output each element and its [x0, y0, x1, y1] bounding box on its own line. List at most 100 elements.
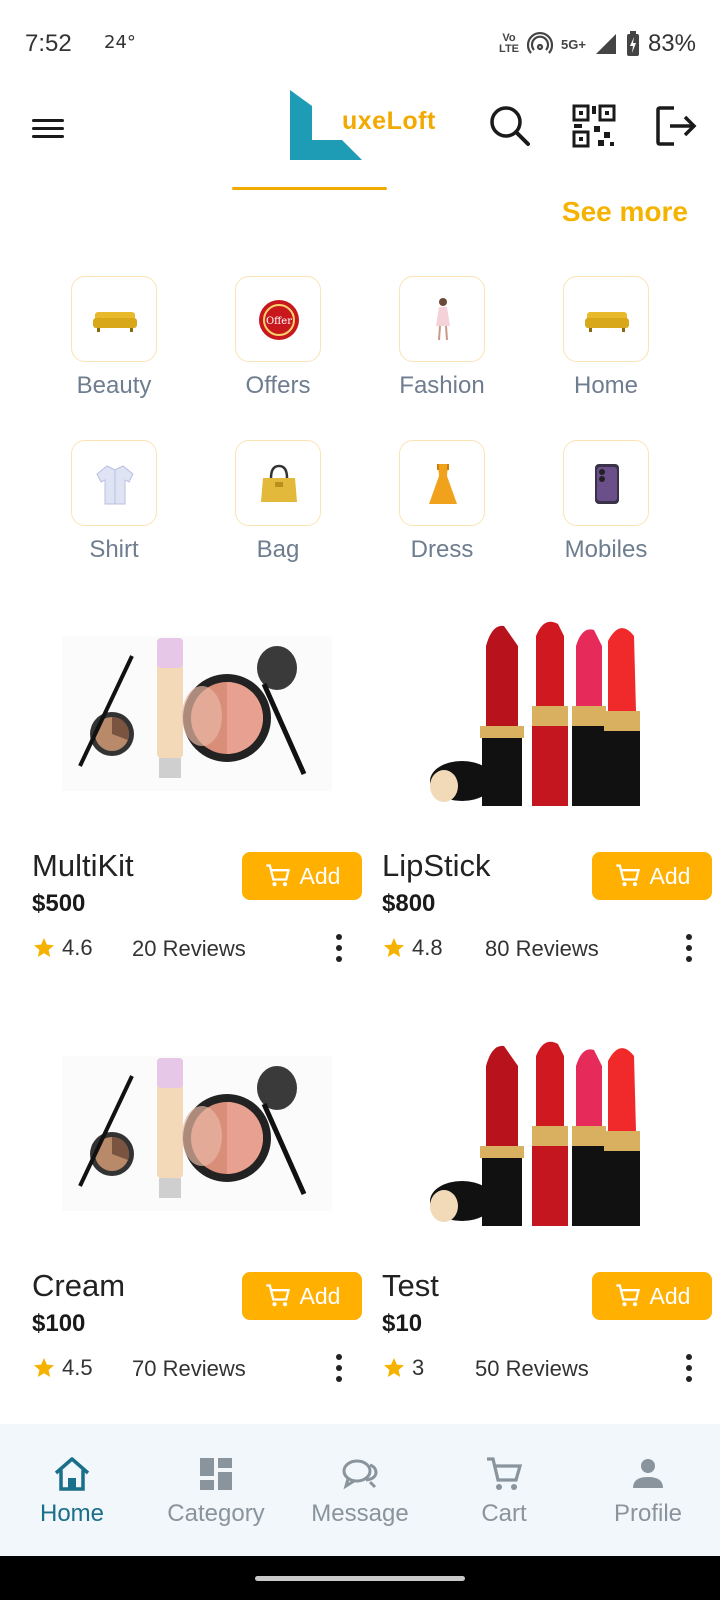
category-label: Beauty — [76, 372, 152, 399]
star-icon — [384, 938, 404, 957]
category-bag[interactable]: Bag — [202, 440, 352, 590]
more-options-icon[interactable] — [684, 1354, 694, 1384]
search-icon[interactable] — [486, 102, 534, 150]
chat-icon — [342, 1459, 378, 1490]
category-label: Home — [573, 372, 639, 399]
add-button-label: Add — [649, 862, 691, 889]
dashboard-icon — [200, 1458, 232, 1490]
signal-icon — [595, 34, 616, 54]
nav-message[interactable]: Message — [288, 1424, 432, 1556]
nav-home[interactable]: Home — [0, 1424, 144, 1556]
category-label: Offers — [245, 372, 311, 399]
category-tile — [399, 440, 485, 526]
product-card[interactable]: MultiKit $500 Add 4.6 20 Reviews — [32, 616, 362, 976]
category-label: Mobiles — [564, 536, 648, 563]
nav-cart[interactable]: Cart — [432, 1424, 576, 1556]
category-tile — [399, 276, 485, 362]
logout-icon[interactable] — [652, 102, 700, 150]
status-icons: Vo LTE 5G+ 83% — [499, 28, 696, 60]
phone-icon — [595, 464, 619, 504]
sofa-icon — [585, 312, 629, 332]
qr-code-icon[interactable] — [570, 102, 618, 150]
svg-text:Offer: Offer — [266, 316, 292, 327]
product-card[interactable]: Cream $100 Add 4.5 70 Reviews — [32, 1036, 362, 1396]
category-tile — [563, 440, 649, 526]
dress-icon — [429, 464, 457, 504]
cart-icon — [487, 1457, 523, 1490]
product-card[interactable]: Test $10 Add 3 50 Reviews — [382, 1036, 712, 1396]
category-dress[interactable]: Dress — [366, 440, 516, 590]
bottom-navigation: Home Category Message Cart Profile — [0, 1424, 720, 1556]
sofa-icon — [93, 312, 137, 332]
product-rating: 4.8 — [382, 932, 443, 964]
nav-label: Profile — [613, 1500, 683, 1527]
product-price: $500 — [32, 890, 86, 917]
category-tile — [71, 440, 157, 526]
product-rating: 3 — [382, 1352, 424, 1384]
nav-label: Cart — [481, 1500, 527, 1527]
category-tile — [235, 440, 321, 526]
makeup-kit-image — [62, 1056, 332, 1211]
product-name: Test — [382, 1268, 439, 1303]
more-options-icon[interactable] — [334, 934, 344, 964]
more-options-icon[interactable] — [684, 934, 694, 964]
category-label: Bag — [256, 536, 300, 563]
nav-category[interactable]: Category — [144, 1424, 288, 1556]
nav-profile[interactable]: Profile — [576, 1424, 720, 1556]
add-button-label: Add — [299, 1282, 341, 1309]
nav-label: Message — [311, 1500, 409, 1527]
handbag-icon — [261, 464, 297, 502]
category-fashion[interactable]: Fashion — [366, 276, 516, 426]
status-time: 7:52 — [25, 30, 72, 57]
shirt-icon — [96, 465, 134, 505]
product-price: $100 — [32, 1310, 86, 1337]
add-to-cart-button[interactable]: Add — [592, 1272, 712, 1320]
star-icon — [34, 1358, 54, 1377]
home-icon — [54, 1457, 90, 1491]
app-header: uxeLoft — [0, 88, 720, 198]
category-mobiles[interactable]: Mobiles — [530, 440, 680, 590]
category-label: Fashion — [399, 372, 485, 399]
star-icon — [384, 1358, 404, 1377]
rating-value: 3 — [412, 1355, 425, 1380]
add-to-cart-button[interactable]: Add — [242, 852, 362, 900]
product-card[interactable]: LipStick $800 Add 4.8 80 Reviews — [382, 616, 712, 976]
nav-label: Category — [167, 1500, 265, 1527]
see-more-link[interactable]: See more — [562, 196, 688, 228]
hotspot-icon — [527, 31, 554, 54]
category-offers[interactable]: Offer Offers — [202, 276, 352, 426]
rating-value: 4.6 — [62, 935, 93, 960]
product-rating: 4.5 — [32, 1352, 93, 1384]
add-to-cart-button[interactable]: Add — [242, 1272, 362, 1320]
person-icon — [633, 1459, 663, 1488]
add-button-label: Add — [649, 1282, 691, 1309]
category-label: Dress — [410, 536, 474, 563]
model-icon — [436, 298, 450, 341]
review-count: 70 Reviews — [132, 1356, 246, 1381]
product-rating: 4.6 — [32, 932, 93, 964]
category-tile: Offer — [235, 276, 321, 362]
category-tile — [563, 276, 649, 362]
product-name: Cream — [32, 1268, 126, 1303]
system-navigation-bar — [0, 1556, 720, 1600]
status-bar: 7:52 24° Vo LTE 5G+ 83% — [0, 0, 720, 88]
product-name: LipStick — [382, 848, 491, 883]
category-beauty[interactable]: Beauty — [38, 276, 188, 426]
battery-percent: 83% — [647, 30, 696, 57]
more-options-icon[interactable] — [334, 1354, 344, 1384]
add-button-label: Add — [299, 862, 341, 889]
offer-badge-icon: Offer — [259, 300, 299, 340]
menu-button[interactable] — [30, 110, 70, 150]
review-count: 20 Reviews — [132, 936, 246, 961]
cart-icon — [615, 1284, 640, 1307]
category-home[interactable]: Home — [530, 276, 680, 426]
product-price: $10 — [382, 1310, 423, 1337]
makeup-kit-image — [62, 636, 332, 791]
cart-icon — [265, 864, 290, 887]
gesture-handle[interactable] — [255, 1576, 465, 1581]
add-to-cart-button[interactable]: Add — [592, 852, 712, 900]
category-shirt[interactable]: Shirt — [38, 440, 188, 590]
category-label: Shirt — [89, 536, 139, 563]
lipsticks-image — [430, 621, 640, 806]
network-type: 5G+ — [561, 36, 586, 52]
